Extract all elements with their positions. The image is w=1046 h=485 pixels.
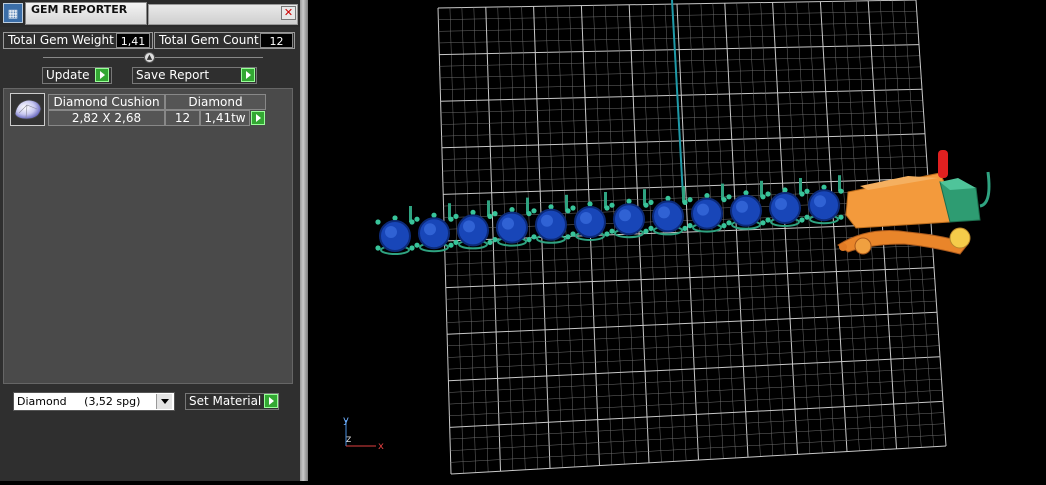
gem-stone [648, 186, 688, 236]
tool-model[interactable] [837, 150, 991, 255]
gem-stone [453, 200, 493, 250]
save-report-arrow-icon[interactable] [241, 68, 255, 82]
gem-reporter-panel: ▦ GEM REPORTER ✕ Total Gem Weight 1,41 T… [0, 0, 300, 481]
total-gem-weight-value: 1,41 [116, 33, 150, 48]
material-select-value: Diamond (3,52 spg) [17, 395, 141, 408]
axis-indicator: y z x [343, 415, 384, 452]
slider-knob-icon[interactable]: ▲ [144, 52, 155, 63]
gem-count: 12 [165, 110, 200, 126]
axis-z-label: z [346, 434, 351, 445]
save-report-button-label: Save Report [136, 68, 210, 82]
gem-stone [414, 203, 454, 253]
update-arrow-icon[interactable] [95, 68, 109, 82]
gem-reporter-icon: ▦ [3, 3, 23, 23]
gem-stone [687, 183, 727, 233]
set-material-button-label: Set Material [189, 394, 262, 408]
panel-splitter[interactable] [300, 0, 308, 481]
chevron-down-icon[interactable] [156, 394, 172, 409]
gem-stone [609, 189, 649, 239]
gem-row-arrow-icon[interactable] [251, 111, 265, 125]
window-title: GEM REPORTER [31, 3, 128, 16]
gem-name: Diamond Cushion [48, 94, 165, 110]
save-report-button[interactable]: Save Report [132, 67, 257, 84]
gem-list [3, 88, 293, 384]
gem-weight: 1,41tw [200, 110, 250, 126]
update-button-label: Update [46, 68, 90, 82]
gem-stone [765, 178, 805, 227]
gem-size: 2,82 X 2,68 [48, 110, 165, 126]
gem-material: Diamond [165, 94, 266, 110]
gem-stone [726, 180, 766, 230]
axis-x-label: x [378, 441, 384, 452]
cushion-gem-icon [10, 93, 45, 126]
viewport-canvas[interactable]: y z x [308, 0, 1046, 481]
gem-stone [570, 192, 610, 241]
total-gem-count-value: 12 [260, 33, 293, 48]
close-icon[interactable]: ✕ [281, 6, 296, 20]
title-bar: ▦ GEM REPORTER ✕ [0, 0, 300, 27]
set-material-arrow-icon[interactable] [264, 394, 278, 408]
axis-y-label: y [343, 415, 349, 426]
title-bar-fill [148, 4, 298, 25]
3d-viewport[interactable]: y z x [308, 0, 1046, 481]
gem-stone [375, 206, 415, 255]
material-select[interactable]: Diamond (3,52 spg) [13, 392, 175, 411]
